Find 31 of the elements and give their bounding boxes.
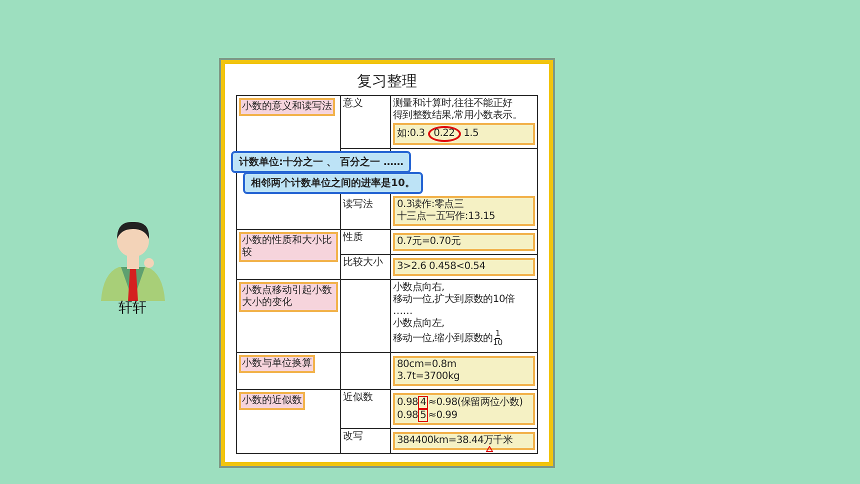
callout-note: 相邻两个计数单位之间的进率是10。 [243, 172, 423, 194]
note-text: 小数点向左, [393, 318, 446, 330]
topic-label: 小数的意义和读写法 [239, 98, 335, 116]
boxed-digit: 5 [418, 409, 428, 422]
note-text: 移动一位,扩大到原数的10倍 [393, 294, 516, 306]
example-note: 0.7元=0.70元 [393, 233, 535, 251]
note-text: 小数点向右, [393, 282, 446, 294]
note-text: 测量和计算时,往往不能正好 [393, 98, 514, 110]
example-note: 384400km=38.44万千米 [393, 432, 535, 450]
example-note: 0.3读作:零点三 十三点一五写作:13.15 [393, 196, 535, 226]
topic-label: 小数点移动引起小数大小的变化 [239, 282, 338, 312]
term-label: 比较大小 [343, 257, 383, 269]
term-label: 性质 [343, 232, 363, 244]
circled-number: 0.22 [428, 126, 461, 142]
topic-label: 小数的性质和大小比较 [239, 232, 338, 262]
term-label: 改写 [343, 431, 363, 443]
boxed-digit: 4 [418, 396, 428, 409]
term-label: 近似数 [343, 392, 373, 404]
topic-label: 小数的近似数 [239, 392, 305, 410]
topic-label: 小数与单位换算 [239, 355, 315, 373]
example-note: 80cm=0.8m 3.7t=3700kg [393, 356, 535, 386]
term-label: 读写法 [343, 199, 373, 211]
term-label: 意义 [343, 98, 363, 110]
example-note: 0.98 4 ≈0.98(保留两位小数) 0.98 5 ≈0.99 [393, 393, 535, 425]
note-text: …… [393, 306, 414, 318]
character-name: 轩轩 [118, 299, 146, 317]
note-text: 得到整数结果,常用小数表示。 [393, 110, 523, 122]
example-note: 如:0.3 0.22 1.5 [393, 123, 535, 145]
example-note: 3>2.6 0.458<0.54 [393, 258, 535, 276]
sheet-title: 复习整理 [356, 72, 418, 91]
callout-note: 计数单位:十分之一 、 百分之一 …… [231, 150, 412, 172]
